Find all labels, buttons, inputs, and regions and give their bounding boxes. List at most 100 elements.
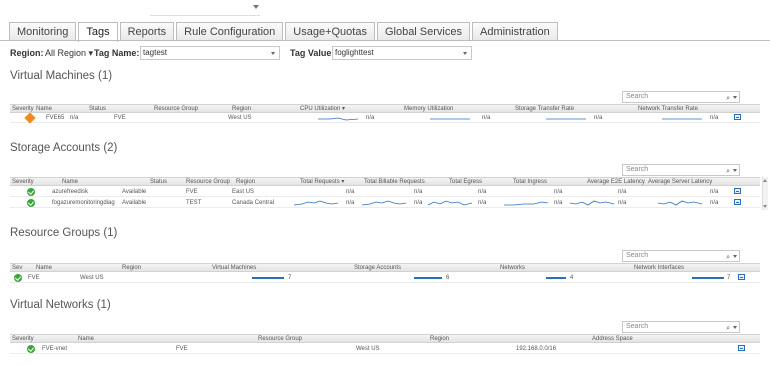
col-storage-transfer[interactable]: Storage Transfer Rate <box>515 105 574 113</box>
search-icon[interactable]: ⌕ <box>726 324 730 334</box>
vn-region: West US <box>356 346 380 352</box>
details-icon[interactable] <box>734 114 741 120</box>
tag-name-select[interactable]: tagtest <box>140 46 280 60</box>
col-total-requests[interactable]: Total Requests ▾ <box>300 178 344 186</box>
col-total-egress[interactable]: Total Egress <box>449 178 482 186</box>
tab-rule-configuration[interactable]: Rule Configuration <box>176 22 284 41</box>
col-region[interactable]: Region <box>122 264 141 272</box>
table-row[interactable]: azurefreedisk Available FVE East US n/a … <box>10 187 760 197</box>
col-severity[interactable]: Severity <box>12 178 34 186</box>
table-row[interactable]: fogazuremonitoringdiag Available TEST Ca… <box>10 198 760 208</box>
tab-usage-quotas[interactable]: Usage+Quotas <box>285 22 375 41</box>
tab-divider <box>0 40 770 41</box>
vm-resource-group: FVE <box>114 115 126 121</box>
col-storage-accounts[interactable]: Storage Accounts <box>354 264 401 272</box>
sa-name[interactable]: azurefreedisk <box>52 188 88 196</box>
col-memory-utilization[interactable]: Memory Utilization <box>404 105 453 113</box>
tab-administration[interactable]: Administration <box>472 22 558 41</box>
details-icon[interactable] <box>738 274 745 280</box>
storage-accounts-title: Storage Accounts (2) <box>10 142 118 154</box>
top-dropdown[interactable] <box>150 2 260 16</box>
col-total-billable[interactable]: Total Billable Requests <box>364 178 425 186</box>
rg-search-input[interactable]: Search ⌕ <box>622 250 740 262</box>
avg-server-sparkline <box>658 200 702 206</box>
tab-tags[interactable]: Tags <box>78 22 118 42</box>
col-name[interactable]: Name <box>36 264 52 272</box>
table-row[interactable]: FVE65 n/a FVE West US n/a n/a n/a n/a <box>10 112 760 124</box>
vm-search-input[interactable]: Search ⌕ <box>622 91 740 103</box>
col-region[interactable]: Region <box>232 105 251 113</box>
vn-name[interactable]: FVE-vnet <box>42 345 67 353</box>
col-resource-group[interactable]: Resource Group <box>154 105 198 113</box>
rg-name[interactable]: FVE <box>28 274 40 282</box>
total-ingress-value: n/a <box>554 200 563 206</box>
col-avg-server-latency[interactable]: Average Server Latency <box>648 178 712 186</box>
tab-global-services[interactable]: Global Services <box>376 22 470 41</box>
table-row[interactable]: FVE-vnet FVE West US 192.168.0.0/16 <box>10 344 760 354</box>
network-value: n/a <box>710 115 719 121</box>
col-address-space[interactable]: Address Space <box>592 335 633 343</box>
tab-monitoring[interactable]: Monitoring <box>9 22 77 41</box>
details-icon[interactable] <box>738 345 745 351</box>
sa-status: Available <box>122 189 147 195</box>
region-selector[interactable]: All Region ▾ <box>45 48 93 59</box>
vm-name[interactable]: FVE65 <box>46 114 64 122</box>
col-severity[interactable]: Severity <box>12 335 34 343</box>
total-requests-value: n/a <box>346 200 355 206</box>
sa-table-header: Severity Name Status Resource Group Regi… <box>10 177 760 186</box>
col-resource-group[interactable]: Resource Group <box>258 335 302 343</box>
sa-search-input[interactable]: Search ⌕ <box>622 164 740 176</box>
chevron-down-icon[interactable] <box>733 326 737 329</box>
col-total-ingress[interactable]: Total Ingress <box>513 178 547 186</box>
chevron-down-icon[interactable] <box>733 96 737 99</box>
col-name[interactable]: Name <box>36 105 52 113</box>
col-network-interfaces[interactable]: Network Interfaces <box>634 264 684 272</box>
tag-value-select[interactable]: foglighttest <box>332 46 472 60</box>
col-name[interactable]: Name <box>78 335 94 343</box>
chevron-down-icon[interactable] <box>253 5 259 9</box>
col-network-transfer[interactable]: Network Transfer Rate <box>638 105 698 113</box>
network-sparkline <box>662 118 702 120</box>
col-status[interactable]: Status <box>89 105 106 113</box>
details-icon[interactable] <box>734 199 741 205</box>
col-virtual-machines[interactable]: Virtual Machines <box>212 264 256 272</box>
search-icon[interactable]: ⌕ <box>726 94 730 104</box>
scroll-up-icon[interactable] <box>763 179 767 182</box>
chevron-down-icon[interactable] <box>733 169 737 172</box>
scroll-down-icon[interactable] <box>763 205 767 208</box>
region-label: Region: <box>10 48 44 58</box>
sa-name[interactable]: fogazuremonitoringdiag <box>52 199 115 207</box>
col-networks[interactable]: Networks <box>500 264 525 272</box>
search-icon[interactable]: ⌕ <box>726 253 730 263</box>
search-placeholder: Search <box>626 252 649 259</box>
details-icon[interactable] <box>734 188 741 194</box>
col-avg-e2e-latency[interactable]: Average E2E Latency <box>587 178 645 186</box>
sa-region: Canada Central <box>232 200 275 206</box>
storage-scrollbar[interactable] <box>762 177 768 210</box>
search-icon[interactable]: ⌕ <box>726 167 730 177</box>
rg-region: West US <box>80 275 104 281</box>
virtual-networks-title: Virtual Networks (1) <box>10 299 111 311</box>
chevron-down-icon[interactable] <box>733 255 737 258</box>
nic-count: 7 <box>727 275 731 281</box>
tag-name-value: tagtest <box>143 48 168 57</box>
vn-search-input[interactable]: Search ⌕ <box>622 321 740 333</box>
tag-name-label: Tag Name: <box>94 48 140 58</box>
col-status[interactable]: Status <box>150 178 167 186</box>
col-region[interactable]: Region <box>430 335 449 343</box>
sa-resource-group: TEST <box>186 200 202 206</box>
vn-table-header: Severity Name Resource Group Region Addr… <box>10 334 760 343</box>
col-name[interactable]: Name <box>62 178 78 186</box>
rg-table-header: Sev Name Region Virtual Machines Storage… <box>10 263 760 272</box>
col-region[interactable]: Region <box>236 178 255 186</box>
region-value[interactable]: All Region <box>45 48 86 58</box>
col-resource-group[interactable]: Resource Group <box>186 178 230 186</box>
col-cpu-utilization[interactable]: CPU Utilization ▾ <box>300 105 345 113</box>
table-row[interactable]: FVE West US 7 6 4 7 <box>10 273 760 283</box>
total-billable-value: n/a <box>414 200 423 206</box>
chevron-down-icon <box>271 52 275 55</box>
tab-reports[interactable]: Reports <box>119 22 175 41</box>
vn-resource-group: FVE <box>176 346 188 352</box>
cpu-value: n/a <box>366 115 375 121</box>
col-severity[interactable]: Sev <box>12 264 22 272</box>
